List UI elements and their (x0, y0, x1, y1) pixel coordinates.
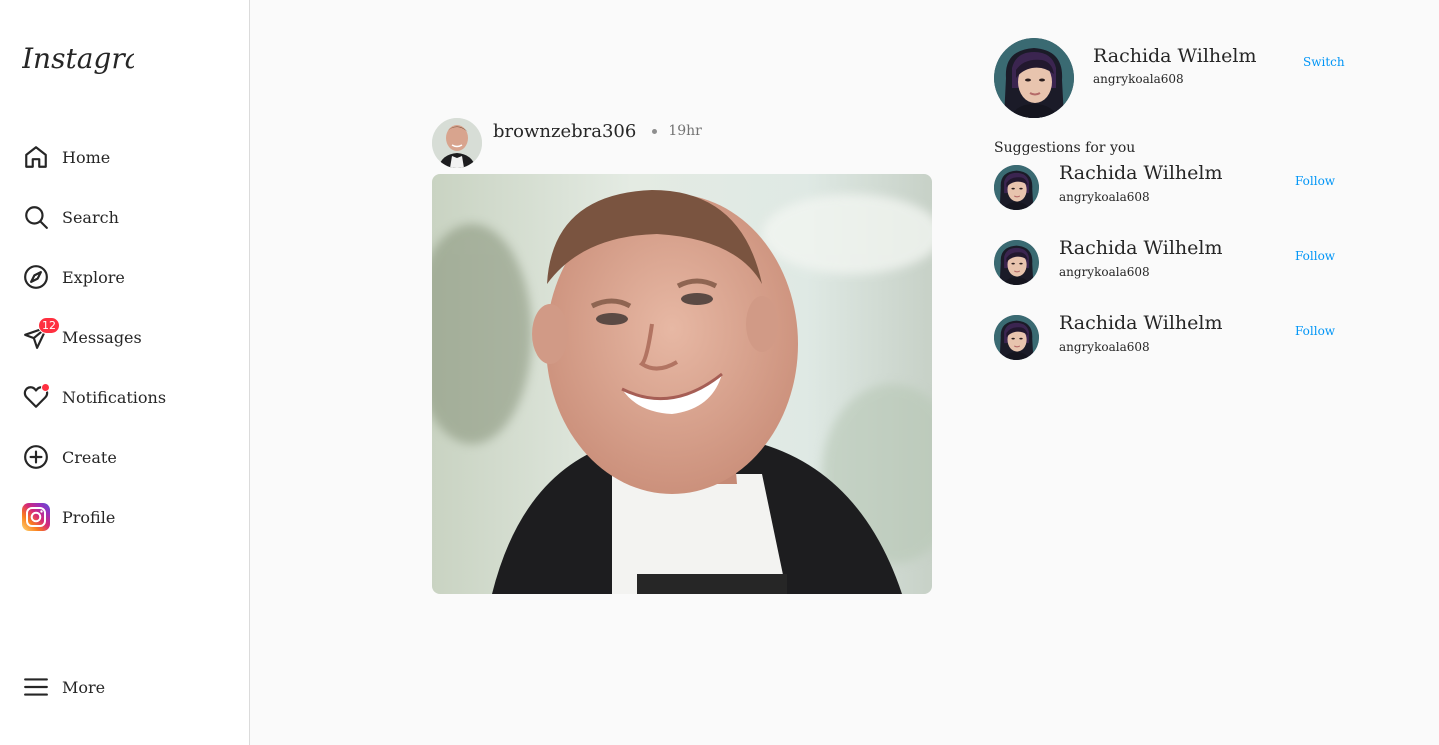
post-timestamp: 19hr (668, 123, 702, 139)
search-icon (22, 203, 50, 231)
compass-icon (22, 263, 50, 291)
post-author-avatar[interactable] (432, 118, 482, 168)
suggestion-handle: angrykoala608 (1059, 340, 1150, 354)
plus-circle-icon (22, 443, 50, 471)
suggestion-name[interactable]: Rachida Wilhelm (1059, 162, 1222, 184)
menu-icon (22, 673, 50, 701)
current-user-name[interactable]: Rachida Wilhelm (1093, 45, 1256, 67)
follow-button[interactable]: Follow (1295, 324, 1335, 338)
suggestion-item: Rachida Wilhelm angrykoala608 Follow (994, 312, 1339, 361)
sidebar-item-label: More (62, 677, 106, 697)
sidebar-item-label: Profile (62, 507, 116, 527)
sidebar-item-label: Create (62, 447, 117, 467)
sidebar-item-messages[interactable]: 12 Messages (22, 317, 232, 352)
home-icon (22, 143, 50, 171)
suggestion-item: Rachida Wilhelm angrykoala608 Follow (994, 162, 1339, 211)
current-user-handle: angrykoala608 (1093, 72, 1184, 86)
sidebar-item-label: Notifications (62, 387, 167, 407)
separator-dot (652, 128, 658, 134)
current-user-avatar[interactable] (994, 38, 1074, 118)
sidebar-item-label: Explore (62, 267, 125, 287)
follow-button[interactable]: Follow (1295, 249, 1335, 263)
sidebar-item-label: Search (62, 207, 119, 227)
notification-dot (41, 383, 50, 392)
suggestion-name[interactable]: Rachida Wilhelm (1059, 312, 1222, 334)
suggestion-handle: angrykoala608 (1059, 190, 1150, 204)
post-username[interactable]: brownzebra306 (493, 121, 636, 142)
suggestion-avatar[interactable] (994, 165, 1039, 210)
sidebar: Instagram Home Search Explore (0, 0, 250, 745)
current-user-card: Rachida Wilhelm angrykoala608 Switch (994, 38, 1345, 118)
suggestion-handle: angrykoala608 (1059, 265, 1150, 279)
messages-badge: 12 (38, 317, 60, 334)
follow-button[interactable]: Follow (1295, 174, 1335, 188)
sidebar-item-label: Home (62, 147, 111, 167)
instagram-profile-icon (22, 503, 50, 531)
sidebar-item-label: Messages (62, 327, 142, 347)
sidebar-item-profile[interactable]: Profile (22, 502, 232, 532)
paper-plane-icon: 12 (22, 317, 60, 351)
suggestion-item: Rachida Wilhelm angrykoala608 Follow (994, 237, 1339, 286)
suggestions-heading: Suggestions for you (994, 140, 1136, 156)
instagram-logo[interactable]: Instagram (21, 38, 168, 84)
sidebar-item-search[interactable]: Search (22, 202, 232, 232)
heart-icon (22, 383, 50, 411)
sidebar-item-notifications[interactable]: Notifications (22, 382, 232, 412)
post-image[interactable] (432, 174, 932, 594)
sidebar-item-home[interactable]: Home (22, 142, 232, 172)
suggestion-name[interactable]: Rachida Wilhelm (1059, 237, 1222, 259)
sidebar-item-explore[interactable]: Explore (22, 262, 232, 292)
suggestion-avatar[interactable] (994, 240, 1039, 285)
switch-account-button[interactable]: Switch (1303, 55, 1345, 69)
sidebar-item-create[interactable]: Create (22, 442, 232, 472)
post-header: brownzebra306 19hr (432, 118, 932, 168)
logo-text: Instagram (22, 42, 134, 75)
feed-post: brownzebra306 19hr (432, 118, 932, 594)
suggestion-avatar[interactable] (994, 315, 1039, 360)
sidebar-item-more[interactable]: More (22, 672, 232, 702)
